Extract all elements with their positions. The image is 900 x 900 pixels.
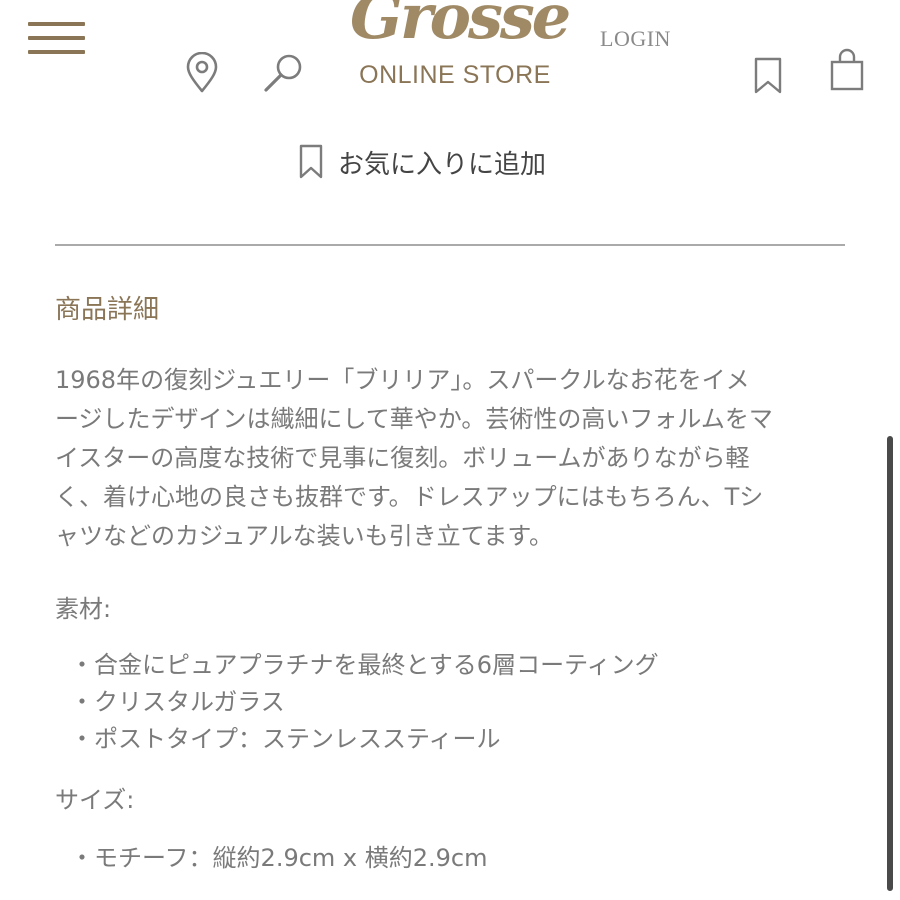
search-icon[interactable] — [262, 52, 306, 100]
size-list: モチーフ：縦約2.9cm x 横約2.9cm — [70, 840, 488, 877]
menu-icon[interactable] — [28, 22, 85, 56]
description-line: ャツなどのカジュアルな装いも引き立てます。 — [55, 522, 553, 550]
list-item: ポストタイプ：ステンレススティール — [70, 721, 659, 758]
material-label: 素材: — [55, 595, 112, 623]
section-divider — [55, 244, 845, 246]
scrollbar-thumb[interactable] — [887, 436, 893, 891]
size-label: サイズ: — [55, 786, 135, 814]
description-line: ージしたデザインは繊細にして華やか。芸術性の高いフォルムをマ — [55, 405, 773, 433]
product-detail-page: Grossé ONLINE STORE LOGIN お気に入りに追加 商品詳細 … — [0, 0, 900, 900]
menu-icon-bar — [28, 50, 85, 54]
material-list: 合金にピュアプラチナを最終とする6層コーティング クリスタルガラス ポストタイプ… — [70, 647, 659, 758]
add-to-favorites-button[interactable]: お気に入りに追加 — [298, 140, 546, 184]
description-line: く、着け心地の良さも抜群です。ドレスアップにはもちろん、Tシ — [55, 483, 764, 511]
product-details-title: 商品詳細 — [55, 295, 160, 325]
list-item: モチーフ：縦約2.9cm x 横約2.9cm — [70, 840, 488, 877]
brand-logo[interactable]: Grossé ONLINE STORE — [350, 0, 571, 96]
logo-script: Grossé — [350, 0, 571, 53]
list-item: 合金にピュアプラチナを最終とする6層コーティング — [70, 647, 659, 684]
list-item: クリスタルガラス — [70, 684, 659, 721]
product-description: 1968年の復刻ジュエリー「ブリリア」。スパークルなお花をイメ ージしたデザイン… — [55, 361, 845, 556]
location-pin-icon[interactable] — [184, 51, 220, 98]
bookmark-icon[interactable] — [753, 57, 783, 99]
menu-icon-bar — [28, 22, 85, 26]
login-link[interactable]: LOGIN — [600, 26, 671, 52]
shopping-bag-icon[interactable] — [829, 48, 865, 96]
add-to-favorites-label: お気に入りに追加 — [338, 149, 547, 180]
description-line: イスターの高度な技術で見事に復刻。ボリュームがありながら軽 — [55, 444, 750, 472]
bookmark-icon — [299, 144, 323, 179]
logo-subtitle: ONLINE STORE — [359, 61, 551, 89]
description-line: 1968年の復刻ジュエリー「ブリリア」。スパークルなお花をイメ — [55, 366, 750, 394]
menu-icon-bar — [28, 36, 85, 40]
